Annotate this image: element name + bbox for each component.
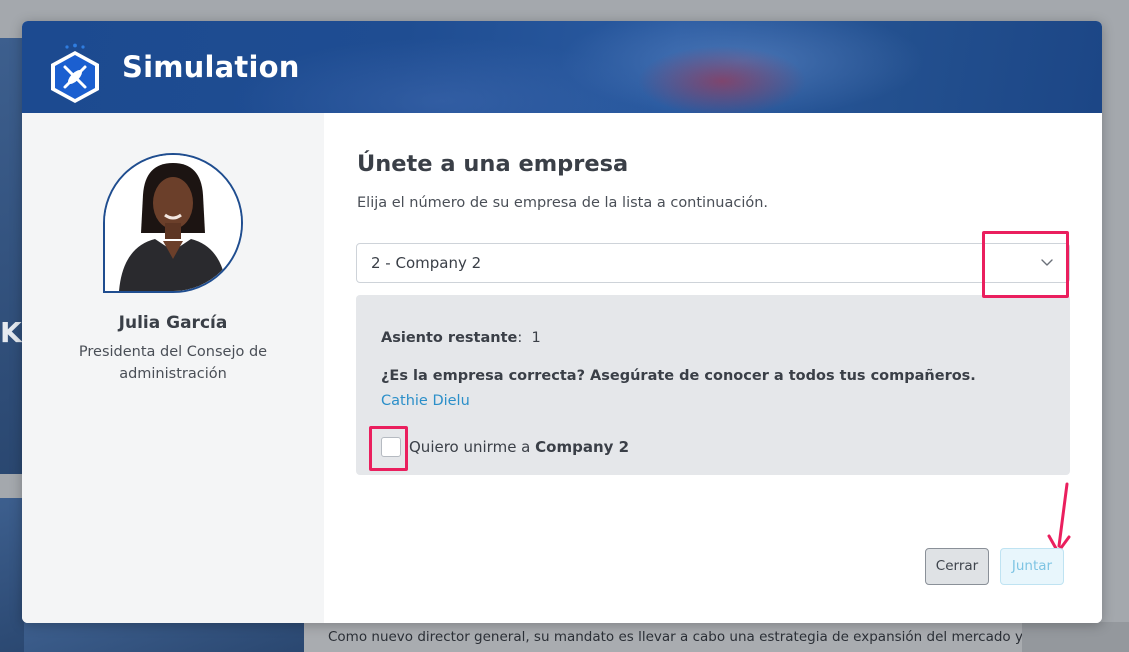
close-button[interactable]: Cerrar <box>925 548 989 585</box>
user-name: Julia García <box>118 313 228 333</box>
seats-label: Asiento restante <box>381 330 518 346</box>
kayak-hexagon-logo-icon <box>51 43 99 103</box>
background-intro-text: Como nuevo director general, su mandato … <box>304 622 1022 652</box>
chevron-down-icon[interactable] <box>1039 254 1055 270</box>
avatar <box>103 153 243 293</box>
company-select-value: 2 - Company 2 <box>371 254 482 272</box>
background-heading: Ka <box>0 316 24 349</box>
company-select[interactable]: 2 - Company 2 <box>356 243 1070 283</box>
join-button[interactable]: Juntar <box>1000 548 1064 585</box>
user-role: Presidenta del Consejo de administración <box>78 344 268 382</box>
background-image <box>24 622 304 652</box>
confirm-question: ¿Es la empresa correcta? Asegúrate de co… <box>381 368 976 384</box>
seats-remaining: Asiento restante: 1 <box>381 330 541 346</box>
join-confirm-checkbox[interactable] <box>381 437 401 457</box>
form-subtitle: Elija el número de su empresa de la list… <box>357 195 769 211</box>
user-profile-panel: Julia García Presidenta del Consejo de a… <box>22 113 324 623</box>
join-company-modal: Simulation Julia García Presidenta del C… <box>22 21 1102 623</box>
modal-header: Simulation <box>22 21 1102 113</box>
company-details-panel: Asiento restante: 1 ¿Es la empresa corre… <box>356 295 1070 475</box>
form-title: Únete a una empresa <box>357 151 629 177</box>
app-title: Simulation <box>122 50 300 84</box>
seats-value: 1 <box>531 330 541 346</box>
member-link[interactable]: Cathie Dielu <box>381 393 470 409</box>
user-photo <box>105 155 241 291</box>
background-right-panel <box>1022 622 1129 652</box>
join-confirm-company: Company 2 <box>535 438 630 456</box>
background-banner-lower <box>0 498 24 652</box>
join-confirm-label[interactable]: Quiero unirme a Company 2 <box>409 438 629 456</box>
background-banner <box>0 38 24 474</box>
join-confirm-prefix: Quiero unirme a <box>409 438 531 456</box>
join-form: Únete a una empresa Elija el número de s… <box>324 113 1102 623</box>
